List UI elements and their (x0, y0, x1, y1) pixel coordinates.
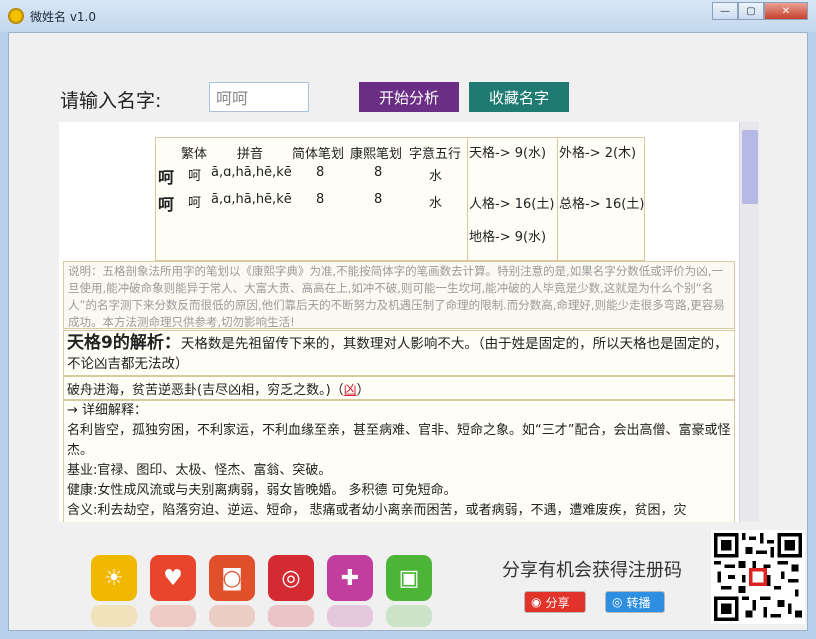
row-simple-strokes: 8 (316, 165, 325, 180)
analyze-button[interactable]: 开始分析 (359, 82, 459, 112)
vertical-scrollbar[interactable] (739, 122, 759, 522)
di-grid: 地格-> 9(水) (469, 230, 547, 245)
row-traditional: 呵 (188, 169, 202, 184)
row-pinyin: ā,ɑ,hā,hē,kē (211, 192, 292, 207)
qq-weibo-icon: ◎ (612, 595, 623, 609)
weibo-share-label: 分享 (545, 595, 570, 610)
header-traditional: 繁体 (181, 147, 208, 162)
row-simple-strokes: 8 (316, 192, 325, 207)
header-simple-strokes: 简体笔划 (292, 147, 345, 162)
header-pinyin: 拼音 (237, 147, 264, 162)
weibo-share-button[interactable]: ◉ 分享 (524, 591, 586, 613)
name-info-table: 繁体 拼音 简体笔划 康熙笔划 字意五行 呵 呵 ā,ɑ,hā,hē,kē 8 … (155, 137, 645, 261)
qq-share-button[interactable]: ◎ 转播 (605, 591, 665, 613)
divider (467, 138, 468, 260)
notice-text: 说明：五格剖象法所用字的笔划以《康熙字典》为准,不能按简体字的笔画数去计算。特别… (63, 261, 735, 329)
wai-grid: 外格-> 2(木) (559, 146, 637, 161)
detail-paragraph: 名利皆空，孤独穷困，不利家运，不利血缘至亲，甚至病难、官非、短命之象。如“三才”… (67, 423, 731, 458)
qq-share-label: 转播 (626, 595, 651, 610)
weibo-icon: ◉ (531, 595, 542, 609)
row-pinyin: ā,ɑ,hā,hē,kē (211, 165, 292, 180)
app-tile-reflection (268, 605, 314, 627)
window-title: 微姓名 v1.0 (30, 10, 97, 24)
client-area: 请输入名字: 开始分析 收藏名字 繁体 拼音 简体笔划 康熙笔划 字意五行 呵 … (8, 32, 808, 631)
zong-grid: 总格-> 16(土) (559, 197, 645, 212)
header-kangxi-strokes: 康熙笔划 (350, 147, 403, 162)
tian-grid: 天格-> 9(水) (469, 146, 547, 161)
divider (557, 138, 558, 260)
app-tile-reflection (327, 605, 373, 627)
maximize-button[interactable]: ▢ (738, 2, 764, 20)
gamepad-app-icon[interactable]: ✚ (327, 555, 373, 601)
detail-title: → 详细解释： (67, 403, 148, 418)
app-tile-reflection (209, 605, 255, 627)
row-char: 呵 (158, 195, 175, 214)
header-element: 字意五行 (409, 147, 462, 162)
result-panel: 繁体 拼音 简体笔划 康熙笔划 字意五行 呵 呵 ā,ɑ,hā,hē,kē 8 … (59, 122, 739, 522)
row-kangxi-strokes: 8 (374, 192, 383, 207)
row-element: 水 (429, 196, 443, 211)
analysis-heading: 天格9的解析： (67, 333, 181, 353)
close-button[interactable]: ✕ (764, 2, 808, 20)
row-char: 呵 (158, 168, 175, 187)
camera-app-icon[interactable]: ◙ (209, 555, 255, 601)
detail-paragraph: 健康:女性成风流或与夫别离病弱，弱女皆晚婚。 多积德 可免短命。 (67, 483, 457, 498)
fortune-text: 破舟进海，贫苦逆恶卦(吉尽凶相，穷乏之数。)（ (67, 383, 344, 398)
app-tile-reflection (386, 605, 432, 627)
detail-paragraph: 基业:官禄、图印、太极、怪杰、富翁、突破。 (67, 463, 332, 478)
ren-grid: 人格-> 16(土) (469, 197, 555, 212)
app-logo-icon (8, 8, 24, 24)
browser-app-icon[interactable]: ◎ (268, 555, 314, 601)
scrollbar-thumb[interactable] (742, 130, 758, 204)
qr-code (711, 530, 805, 624)
app-tile-reflection (150, 605, 196, 627)
fortune-suffix: ） (356, 383, 370, 398)
analysis-section: 天格9的解析：天格数是先祖留传下来的，其数理对人影响不大。（由于姓是固定的，所以… (63, 330, 735, 376)
window-controls: — ▢ ✕ (712, 2, 808, 20)
contacts-app-icon[interactable]: ▣ (386, 555, 432, 601)
row-element: 水 (429, 169, 443, 184)
row-kangxi-strokes: 8 (374, 165, 383, 180)
row-traditional: 呵 (188, 196, 202, 211)
title-bar: 微姓名 v1.0 — ▢ ✕ (0, 0, 816, 32)
fortune-tag-link[interactable]: 凶 (344, 383, 357, 398)
minimize-button[interactable]: — (712, 2, 738, 20)
share-promo-text: 分享有机会获得注册码 (502, 560, 682, 581)
detail-paragraph: 含义:利去劫空，陷落穷迫、逆运、短命， 悲痛或者幼小离亲而困苦，或者病弱，不遇，… (67, 503, 687, 518)
app-tile-reflection (91, 605, 137, 627)
fortune-line: 破舟进海，贫苦逆恶卦(吉尽凶相，穷乏之数。)（凶） (63, 376, 735, 400)
name-input[interactable] (209, 82, 309, 112)
name-label: 请输入名字: (60, 90, 162, 112)
sun-app-icon[interactable]: ☀ (91, 555, 137, 601)
bird-app-icon[interactable]: ♥ (150, 555, 196, 601)
save-name-button[interactable]: 收藏名字 (469, 82, 569, 112)
detail-section: → 详细解释： 名利皆空，孤独穷困，不利家运，不利血缘至亲，甚至病难、官非、短命… (63, 400, 735, 522)
